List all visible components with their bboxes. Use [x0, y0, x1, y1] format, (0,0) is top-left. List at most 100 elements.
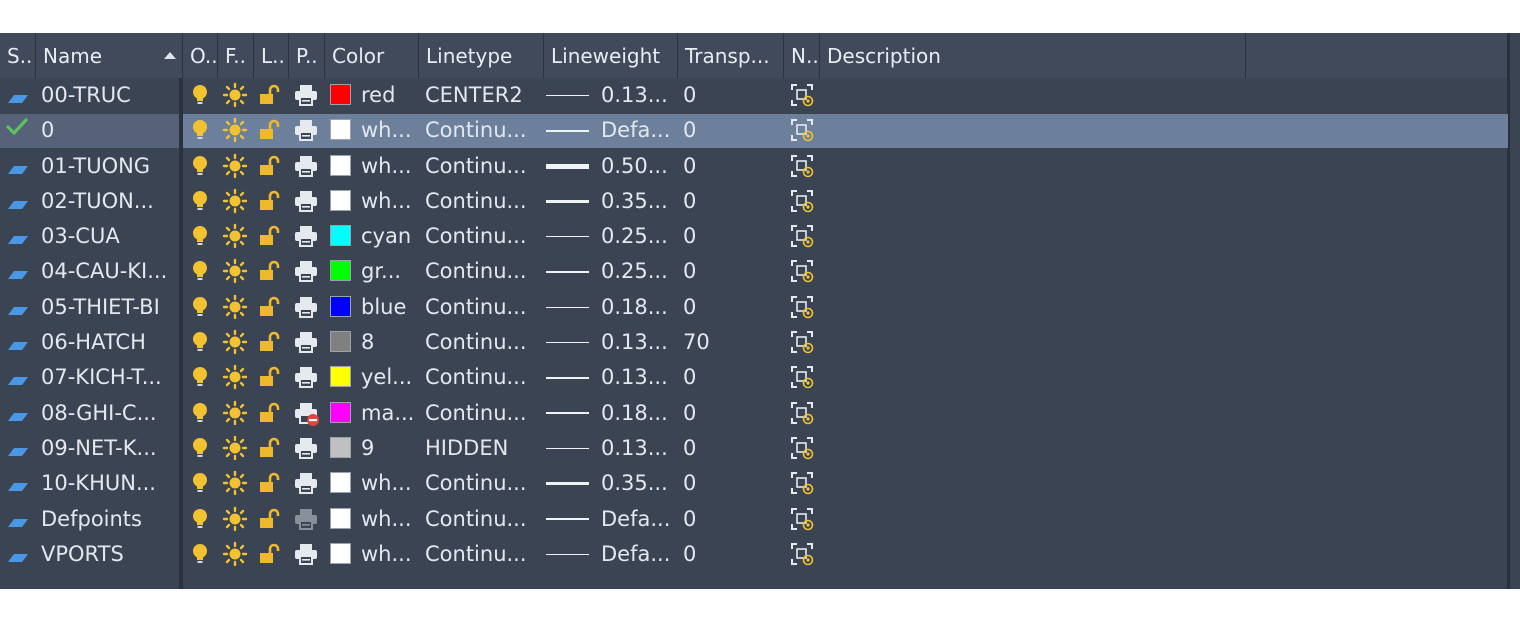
sun-icon[interactable] [222, 82, 248, 113]
layer-lineweight[interactable]: 0.18... [601, 290, 668, 325]
color-swatch[interactable] [330, 189, 351, 211]
unlocked-padlock-icon[interactable] [258, 507, 280, 536]
layer-row[interactable]: 06-HATCH 8 Continu... 0.13... 70 [0, 325, 1507, 360]
layer-color-name[interactable]: blue [361, 290, 406, 325]
lightbulb-icon[interactable] [190, 224, 210, 253]
new-vp-freeze-icon[interactable] [789, 506, 814, 537]
sun-icon[interactable] [222, 470, 248, 501]
layer-transparency[interactable]: 0 [683, 396, 696, 431]
sun-icon[interactable] [222, 258, 248, 289]
color-swatch[interactable] [330, 366, 351, 388]
layer-color-name[interactable]: 9 [361, 431, 374, 466]
layer-transparency[interactable]: 0 [683, 254, 696, 289]
printer-icon[interactable] [293, 507, 319, 536]
sun-icon[interactable] [222, 400, 248, 431]
layer-name[interactable]: 04-CAU-KI... [41, 254, 167, 289]
new-vp-freeze-icon[interactable] [789, 329, 814, 360]
layer-transparency[interactable]: 0 [683, 502, 696, 537]
layer-linetype[interactable]: Continu... [425, 184, 527, 219]
color-swatch[interactable] [330, 260, 351, 282]
layer-linetype[interactable]: Continu... [425, 254, 527, 289]
layer-color-name[interactable]: wh... [361, 184, 412, 219]
layer-color-name[interactable]: wh... [361, 502, 412, 537]
layer-linetype[interactable]: Continu... [425, 290, 527, 325]
unlocked-padlock-icon[interactable] [258, 259, 280, 288]
unlocked-padlock-icon[interactable] [258, 401, 280, 430]
color-swatch[interactable] [330, 119, 351, 141]
layer-lineweight[interactable]: 0.25... [601, 254, 668, 289]
new-vp-freeze-icon[interactable] [789, 470, 814, 501]
layer-linetype[interactable]: Continu... [425, 502, 527, 537]
unlocked-padlock-icon[interactable] [258, 542, 280, 571]
sun-icon[interactable] [222, 188, 248, 219]
new-vp-freeze-icon[interactable] [789, 364, 814, 395]
layer-name[interactable]: 08-GHI-C... [41, 396, 157, 431]
lightbulb-icon[interactable] [190, 259, 210, 288]
layer-name[interactable]: 01-TUONG [41, 149, 150, 184]
lightbulb-icon[interactable] [190, 154, 210, 183]
new-vp-freeze-icon[interactable] [789, 258, 814, 289]
column-header-transparency[interactable]: Transp... [678, 33, 784, 78]
layer-row[interactable]: 01-TUONG wh... Continu... 0.50... 0 [0, 149, 1507, 184]
printer-icon[interactable] [293, 154, 319, 183]
printer-icon[interactable] [293, 259, 319, 288]
layer-name[interactable]: 00-TRUC [41, 78, 131, 113]
printer-icon[interactable] [293, 118, 319, 147]
layer-row[interactable]: VPORTS wh... Continu... Defa... 0 [0, 537, 1507, 572]
layer-linetype[interactable]: HIDDEN [425, 431, 508, 466]
layer-lineweight[interactable]: 0.25... [601, 219, 668, 254]
layer-transparency[interactable]: 0 [683, 219, 696, 254]
sun-icon[interactable] [222, 117, 248, 148]
layer-transparency[interactable]: 0 [683, 290, 696, 325]
color-swatch[interactable] [330, 295, 351, 317]
printer-icon[interactable] [293, 542, 319, 571]
layer-name[interactable]: 02-TUON... [41, 184, 154, 219]
layer-name[interactable]: 10-KHUN... [41, 466, 156, 501]
color-swatch[interactable] [330, 401, 351, 423]
layer-transparency[interactable]: 0 [683, 78, 696, 113]
new-vp-freeze-icon[interactable] [789, 541, 814, 572]
unlocked-padlock-icon[interactable] [258, 330, 280, 359]
printer-icon[interactable] [293, 224, 319, 253]
column-header-description[interactable]: Description [820, 33, 1246, 78]
column-header-linetype[interactable]: Linetype [419, 33, 544, 78]
layer-lineweight[interactable]: 0.35... [601, 466, 668, 501]
layer-name[interactable]: 06-HATCH [41, 325, 146, 360]
layer-color-name[interactable]: yel... [361, 360, 412, 395]
layer-lineweight[interactable]: 0.35... [601, 184, 668, 219]
layer-linetype[interactable]: Continu... [425, 325, 527, 360]
layer-lineweight[interactable]: Defa... [601, 502, 670, 537]
layer-row[interactable]: 04-CAU-KI... gr... Continu... 0.25... 0 [0, 254, 1507, 289]
lightbulb-icon[interactable] [190, 401, 210, 430]
sun-icon[interactable] [222, 435, 248, 466]
unlocked-padlock-icon[interactable] [258, 365, 280, 394]
layer-row[interactable]: 00-TRUC red CENTER2 0.13... 0 [0, 78, 1507, 113]
no-plot-printer-icon[interactable] [293, 401, 319, 432]
layer-transparency[interactable]: 0 [683, 113, 696, 148]
new-vp-freeze-icon[interactable] [789, 223, 814, 254]
layer-row[interactable]: 09-NET-K... 9 HIDDEN 0.13... 0 [0, 431, 1507, 466]
layer-name[interactable]: 09-NET-K... [41, 431, 157, 466]
layer-transparency[interactable]: 70 [683, 325, 710, 360]
sun-icon[interactable] [222, 223, 248, 254]
color-swatch[interactable] [330, 154, 351, 176]
sun-icon[interactable] [222, 294, 248, 325]
printer-icon[interactable] [293, 365, 319, 394]
layer-color-name[interactable]: cyan [361, 219, 411, 254]
lightbulb-icon[interactable] [190, 189, 210, 218]
color-swatch[interactable] [330, 84, 351, 105]
layer-name[interactable]: 03-CUA [41, 219, 120, 254]
layer-row[interactable]: 03-CUA cyan Continu... 0.25... 0 [0, 219, 1507, 254]
new-vp-freeze-icon[interactable] [789, 188, 814, 219]
layer-linetype[interactable]: Continu... [425, 113, 527, 148]
new-vp-freeze-icon[interactable] [789, 294, 814, 325]
column-header-name[interactable]: Name [36, 33, 183, 78]
sun-icon[interactable] [222, 506, 248, 537]
new-vp-freeze-icon[interactable] [789, 153, 814, 184]
unlocked-padlock-icon[interactable] [258, 295, 280, 324]
color-swatch[interactable] [330, 472, 351, 494]
layer-transparency[interactable]: 0 [683, 184, 696, 219]
layer-name[interactable]: 05-THIET-BI [41, 290, 160, 325]
new-vp-freeze-icon[interactable] [789, 117, 814, 148]
layer-name[interactable]: VPORTS [41, 537, 124, 572]
